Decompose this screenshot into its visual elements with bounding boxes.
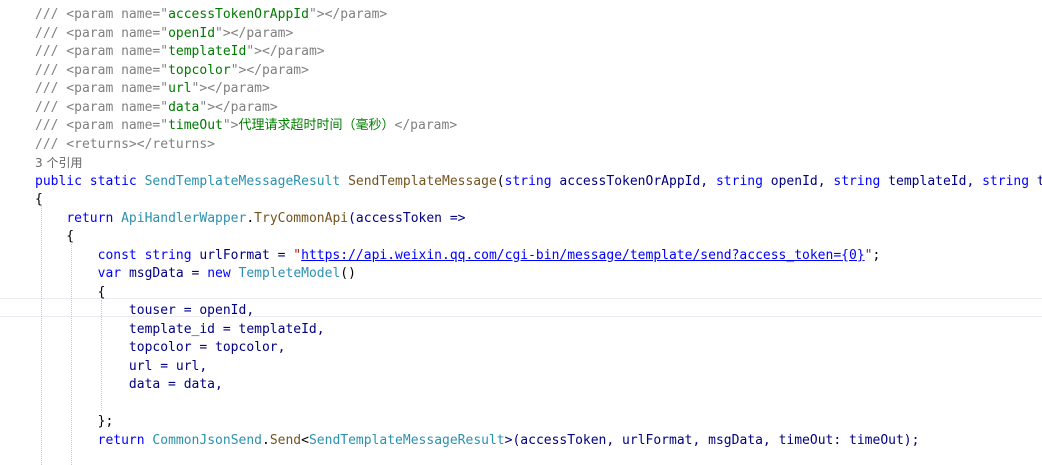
code-line[interactable]: var msgData = new TempleteModel() (0, 265, 1042, 284)
code-token: /// <param name=" (35, 99, 169, 115)
code-token: /// <param name=" (35, 62, 169, 78)
code-line[interactable]: /// <param name="templateId"></param> (0, 43, 1042, 62)
code-token: < (301, 432, 309, 448)
code-token: SendTemplateMessage (348, 173, 497, 189)
code-line[interactable]: /// <param name="url"></param> (0, 80, 1042, 99)
code-line[interactable]: 3 个引用 (0, 154, 1042, 173)
code-token: "></param> (215, 25, 294, 41)
code-line[interactable]: /// <param name="openId"></param> (0, 25, 1042, 44)
code-line[interactable]: /// <param name="topcolor"></param> (0, 62, 1042, 81)
code-line[interactable]: /// <param name="data"></param> (0, 99, 1042, 118)
code-token: openId, (762, 173, 834, 189)
code-token: topcolor = topcolor, (35, 340, 286, 355)
code-token: public static (35, 173, 145, 189)
code-line[interactable] (0, 450, 1042, 465)
code-token: TempleteModel (238, 266, 341, 281)
code-token: openId (168, 25, 216, 41)
code-token: var (97, 266, 129, 281)
code-token: . (246, 210, 255, 226)
code-token: return (97, 432, 153, 448)
code-token: }; (35, 414, 114, 429)
code-token: accessTokenOrAppId (168, 7, 309, 22)
code-token: accessTokenOrAppId, (551, 173, 716, 189)
code-token: SendTemplateMessageResult (144, 173, 341, 189)
code-token: "></param> (230, 62, 309, 78)
code-token: topcolor (168, 62, 231, 78)
reference-count-link[interactable]: 3 个引用 (35, 156, 82, 170)
code-token: "></param> (308, 7, 388, 22)
code-token: const string (97, 247, 200, 263)
code-line[interactable]: const string urlFormat = "https://api.we… (0, 247, 1042, 266)
code-token: "></param> (199, 99, 278, 115)
code-line[interactable]: data = data, (0, 376, 1042, 395)
code-token: msgData = (128, 266, 208, 281)
code-token: { (35, 192, 43, 207)
code-line[interactable]: url = url, (0, 358, 1042, 377)
code-token: "></param> (191, 81, 270, 96)
code-token: template_id = templateId, (35, 321, 325, 337)
code-line[interactable]: { (0, 191, 1042, 210)
code-token: /// <param name=" (35, 81, 169, 96)
code-token: { (35, 229, 75, 244)
code-token: /// <param name=" (35, 44, 169, 59)
code-token: { (35, 284, 106, 300)
code-line[interactable]: { (0, 284, 1042, 303)
code-token: </param> (394, 118, 458, 133)
code-line[interactable]: }; (0, 413, 1042, 432)
code-line[interactable]: /// <param name="accessTokenOrAppId"></p… (0, 6, 1042, 25)
code-token: (accessToken => (348, 210, 466, 226)
code-line[interactable]: return ApiHandlerWapper.TryCommonApi(acc… (0, 210, 1042, 229)
code-token: >(accessToken, urlFormat, msgData, timeO… (504, 432, 920, 448)
code-token: SendTemplateMessageResult (308, 432, 505, 448)
code-token: string (833, 173, 881, 189)
code-token: string (504, 173, 552, 189)
code-token: templateId (168, 44, 247, 59)
code-line[interactable] (0, 395, 1042, 414)
code-line[interactable]: template_id = templateId, (0, 321, 1042, 340)
code-token: data (168, 99, 200, 115)
code-token: timeOut (168, 118, 223, 133)
code-line[interactable]: return CommonJsonSend.Send<SendTemplateM… (0, 432, 1042, 451)
code-line[interactable]: touser = openId, (0, 302, 1042, 321)
code-token: /// <param name=" (35, 25, 169, 41)
code-token: /// <returns></returns> (35, 136, 216, 152)
code-token: new (207, 266, 239, 281)
code-token: () (340, 266, 356, 281)
code-line[interactable]: public static SendTemplateMessageResult … (0, 173, 1042, 192)
code-line[interactable]: topcolor = topcolor, (0, 339, 1042, 358)
code-token: ( (496, 173, 505, 189)
code-token: /// <param name=" (35, 118, 169, 133)
code-token: "> (222, 118, 239, 133)
code-token: return (66, 210, 122, 226)
code-token: string (982, 173, 1030, 189)
code-line[interactable]: /// <returns></returns> (0, 136, 1042, 155)
code-token: string (715, 173, 763, 189)
code-line[interactable]: /// <param name="timeOut">代理请求超时时间（毫秒）</… (0, 117, 1042, 136)
code-token: TryCommonApi (254, 210, 349, 226)
code-token: " (293, 247, 302, 263)
code-editor[interactable]: /// <param name="accessTokenOrAppId"></p… (0, 0, 1042, 465)
code-token: . (262, 432, 270, 448)
code-token: Send (269, 432, 302, 448)
url-link[interactable]: https://api.weixin.qq.com/cgi-bin/messag… (301, 248, 865, 263)
code-token: ; (872, 247, 881, 263)
code-token: /// <param name=" (35, 7, 169, 22)
code-token: urlFormat = (199, 247, 294, 263)
code-token: url (168, 81, 192, 96)
code-token: data = data, (35, 377, 223, 392)
code-token: templateId, (880, 173, 983, 189)
code-token: "></param> (246, 44, 325, 59)
code-token: 代理请求超时时间（毫秒） (238, 118, 395, 133)
code-token: CommonJsonSend (152, 432, 262, 448)
code-line[interactable]: { (0, 228, 1042, 247)
code-token: touser = openId, (35, 303, 255, 318)
code-token: url = url, (35, 358, 208, 374)
code-token: topco (1036, 173, 1042, 189)
code-token: ApiHandlerWapper (121, 210, 247, 226)
